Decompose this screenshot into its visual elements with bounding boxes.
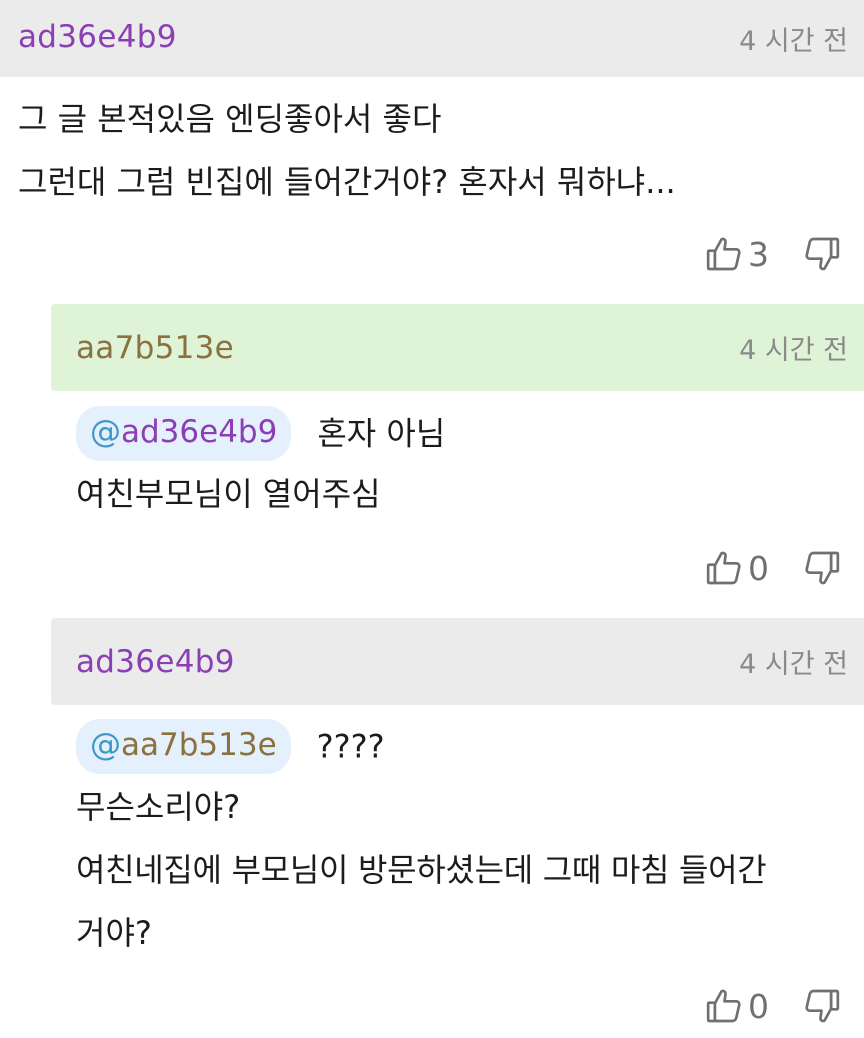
reply-text-line: 여친부모님이 열어주심 — [76, 475, 381, 513]
reply-timestamp: 4 시간 전 — [739, 649, 848, 680]
reply-text-line: 거야? — [76, 914, 152, 952]
reply-username[interactable]: aa7b513e — [76, 330, 234, 366]
reply-header: aa7b513e 4 시간 전 — [51, 304, 864, 391]
like-count: 0 — [748, 548, 769, 588]
thumbs-up-icon[interactable] — [704, 548, 744, 588]
reply-first-line: @ad36e4b9 혼자 아님 — [76, 406, 445, 461]
thumbs-up-icon[interactable] — [704, 234, 744, 274]
reply-actions: 0 — [704, 984, 842, 1028]
like-count: 3 — [748, 234, 769, 274]
reply-actions: 0 — [704, 546, 842, 590]
reply-text-line: 여친네집에 부모님이 방문하셨는데 그때 마침 들어간 — [76, 851, 767, 889]
reply-username[interactable]: ad36e4b9 — [76, 644, 235, 680]
reply-timestamp: 4 시간 전 — [739, 335, 848, 366]
like-count: 0 — [748, 986, 769, 1026]
thumbs-down-icon[interactable] — [802, 986, 842, 1026]
mention-chip[interactable]: @aa7b513e — [76, 719, 291, 774]
mention-username: aa7b513e — [121, 727, 277, 763]
thumbs-up-icon[interactable] — [704, 986, 744, 1026]
comment-timestamp: 4 시간 전 — [739, 26, 848, 57]
thumbs-down-icon[interactable] — [802, 548, 842, 588]
reply-header: ad36e4b9 4 시간 전 — [51, 618, 864, 705]
comment-text-line-1: 그 글 본적있음 엔딩좋아서 좋다 — [18, 100, 442, 138]
reply-text-line: 무슨소리야? — [76, 788, 241, 826]
comment-username[interactable]: ad36e4b9 — [18, 19, 177, 59]
thumbs-down-icon[interactable] — [802, 234, 842, 274]
mention-username: ad36e4b9 — [121, 414, 278, 450]
reply-text: 혼자 아님 — [317, 414, 446, 453]
comment-text-line-2: 그런대 그럼 빈집에 들어간거야? 혼자서 뭐하냐... — [18, 163, 676, 201]
reply-text: ???? — [316, 727, 385, 766]
reply-first-line: @aa7b513e???? — [76, 719, 385, 774]
mention-chip[interactable]: @ad36e4b9 — [76, 406, 292, 461]
comment-header: ad36e4b9 4 시간 전 — [0, 0, 864, 77]
comment-actions: 3 — [704, 232, 842, 276]
